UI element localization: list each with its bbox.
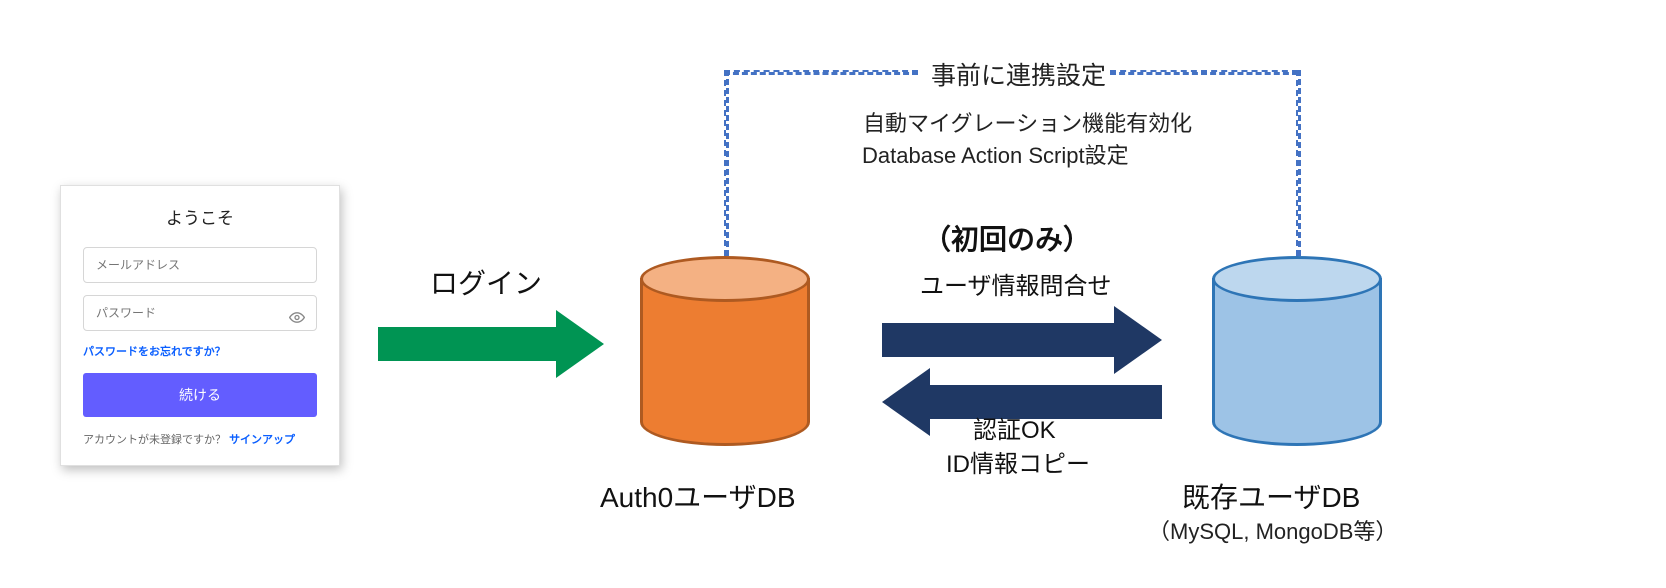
existing-db-sublabel: （MySQL, MongoDB等） xyxy=(1148,514,1397,546)
signup-prompt-text: アカウントが未登録ですか？ xyxy=(83,434,229,446)
login-title: ようこそ xyxy=(83,204,317,229)
preconfig-sub1: 自動マイグレーション機能有効化 xyxy=(863,106,1192,138)
existing-db-label: 既存ユーザDB xyxy=(1182,476,1360,516)
eye-icon[interactable] xyxy=(289,310,305,329)
continue-button[interactable]: 続ける xyxy=(83,373,317,417)
existing-db-cylinder xyxy=(1212,256,1382,446)
preconfig-label: 事前に連携設定 xyxy=(931,56,1106,92)
dash-top-left xyxy=(724,70,918,75)
dash-right-vertical xyxy=(1296,70,1301,256)
login-card: ようこそ パスワードをお忘れですか？ 続ける アカウントが未登録ですか？ サイン… xyxy=(60,185,340,466)
first-time-label: （初回のみ） xyxy=(923,218,1091,258)
user-query-label: ユーザ情報問合せ xyxy=(920,266,1112,301)
id-copy-label: ID情報コピー xyxy=(946,444,1090,479)
login-arrow-label: ログイン xyxy=(430,262,542,302)
signup-link[interactable]: サインアップ xyxy=(229,434,295,446)
query-arrow-right xyxy=(882,306,1162,374)
auth0-db-label: Auth0ユーザDB xyxy=(600,476,796,516)
auth-ok-label: 認証OK xyxy=(973,410,1056,445)
forgot-password-link[interactable]: パスワードをお忘れですか？ xyxy=(83,343,317,359)
email-field[interactable] xyxy=(83,247,317,283)
login-arrow xyxy=(378,310,604,378)
signup-prompt: アカウントが未登録ですか？ サインアップ xyxy=(83,431,317,447)
auth0-db-cylinder xyxy=(640,256,810,446)
preconfig-sub2: Database Action Script設定 xyxy=(862,138,1129,170)
password-field[interactable] xyxy=(83,295,317,331)
dash-left-vertical xyxy=(724,70,729,256)
dash-top-right xyxy=(1110,70,1298,75)
